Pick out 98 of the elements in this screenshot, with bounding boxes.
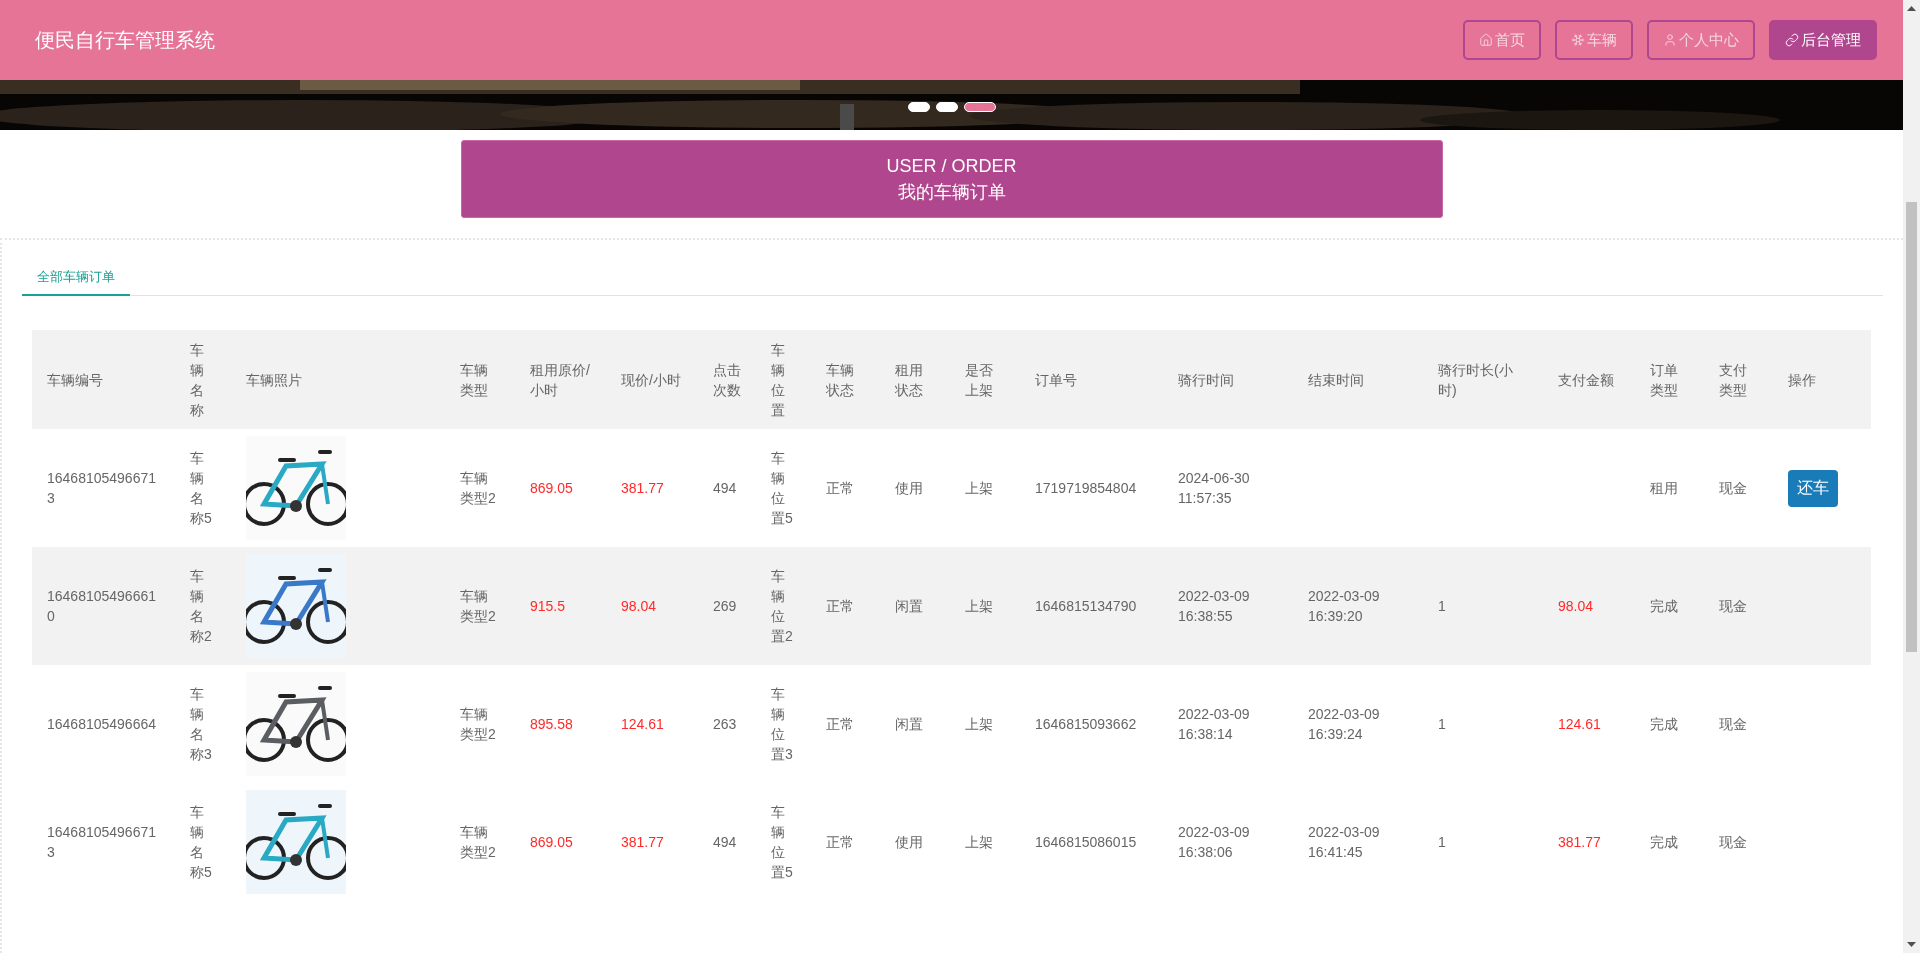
price-text: 124.61 — [621, 716, 664, 732]
price-text: 381.77 — [621, 834, 664, 850]
table-cell: 完成 — [1650, 716, 1678, 732]
site-title: 便民自行车管理系统 — [35, 27, 215, 53]
home-icon — [1479, 33, 1493, 47]
table-cell: 16468105496664 — [47, 716, 156, 732]
column-header: 订单类型 — [1635, 330, 1704, 429]
table-cell: 上架 — [965, 598, 993, 614]
column-header: 是否上架 — [950, 330, 1020, 429]
column-header: 车辆编号 — [32, 330, 175, 429]
table-cell: 494 — [713, 834, 737, 850]
table-cell: 2022-03-09 16:39:20 — [1308, 588, 1380, 624]
table-cell: 2022-03-09 16:41:45 — [1308, 824, 1380, 860]
table-cell: 上架 — [965, 716, 993, 732]
table-cell: 闲置 — [895, 598, 923, 614]
price-text: 124.61 — [1558, 716, 1601, 732]
column-header: 车辆类型 — [445, 330, 515, 429]
column-header: 支付类型 — [1704, 330, 1773, 429]
table-cell: 车辆位置5 — [771, 804, 793, 880]
column-header: 骑行时长(小时) — [1423, 330, 1543, 429]
column-header: 车辆名称 — [175, 330, 231, 429]
price-text: 895.58 — [530, 716, 573, 732]
price-text: 381.77 — [621, 480, 664, 496]
table-cell: 263 — [713, 716, 737, 732]
column-header: 点击次数 — [698, 330, 756, 429]
table-cell: 现金 — [1719, 480, 1747, 496]
section-subtitle: USER / ORDER — [886, 155, 1017, 178]
table-cell: 正常 — [826, 598, 854, 614]
return-button[interactable]: 还车 — [1788, 469, 1838, 507]
table-cell: 完成 — [1650, 598, 1678, 614]
price-text: 869.05 — [530, 834, 573, 850]
section-title: 我的车辆订单 — [897, 181, 1006, 204]
table-cell: 车辆类型2 — [460, 470, 496, 506]
table-cell: 现金 — [1719, 716, 1747, 732]
table-cell: 2024-06-30 11:57:35 — [1178, 470, 1250, 506]
table-cell: 闲置 — [895, 716, 923, 732]
table-cell: 完成 — [1650, 834, 1678, 850]
table-cell: 上架 — [965, 480, 993, 496]
table-cell: 正常 — [826, 716, 854, 732]
table-cell: 164681054966610 — [47, 588, 156, 624]
user-icon — [1663, 33, 1677, 47]
price-text: 381.77 — [1558, 834, 1601, 850]
nav-button[interactable]: 车辆 — [1555, 20, 1633, 60]
table-cell: 1646815134790 — [1035, 598, 1137, 614]
tab[interactable]: 全部车辆订单 — [22, 260, 130, 296]
table-cell: 164681054966713 — [47, 824, 156, 860]
table-cell: 2022-03-09 16:38:14 — [1178, 706, 1250, 742]
column-header: 车辆照片 — [231, 330, 445, 429]
table-cell: 1719719854804 — [1035, 480, 1137, 496]
table-cell: 车辆类型2 — [460, 706, 496, 742]
table-cell: 2022-03-09 16:38:06 — [1178, 824, 1250, 860]
table-cell: 164681054966713 — [47, 470, 156, 506]
price-text: 98.04 — [1558, 598, 1594, 614]
column-header: 操作 — [1773, 330, 1871, 429]
price-text: 869.05 — [530, 480, 573, 496]
column-header: 租用原价/小时 — [515, 330, 606, 429]
table-cell: 正常 — [826, 834, 854, 850]
table-cell: 1646815086015 — [1035, 834, 1137, 850]
table-cell: 494 — [713, 480, 737, 496]
column-header: 结束时间 — [1293, 330, 1423, 429]
table-cell: 1646815093662 — [1035, 716, 1137, 732]
table-cell: 1 — [1438, 716, 1446, 732]
table-cell: 使用 — [895, 480, 923, 496]
table-cell: 上架 — [965, 834, 993, 850]
nav-button[interactable]: 后台管理 — [1769, 20, 1877, 60]
table-cell: 车辆位置2 — [771, 568, 793, 644]
table-cell: 车辆名称3 — [190, 686, 212, 762]
column-header: 支付金额 — [1543, 330, 1635, 429]
table-cell: 车辆名称5 — [190, 804, 212, 880]
table-cell: 2022-03-09 16:39:24 — [1308, 706, 1380, 742]
table-cell: 车辆类型2 — [460, 588, 496, 624]
column-header: 车辆位置 — [756, 330, 811, 429]
scrollbar[interactable] — [1903, 0, 1920, 953]
table-cell: 使用 — [895, 834, 923, 850]
column-header: 车辆状态 — [811, 330, 880, 429]
table-cell: 车辆名称2 — [190, 568, 212, 644]
table-cell: 269 — [713, 598, 737, 614]
table-cell: 租用 — [1650, 480, 1678, 496]
link-icon — [1785, 33, 1799, 47]
column-header: 订单号 — [1020, 330, 1163, 429]
table-cell: 车辆名称5 — [190, 450, 212, 526]
nav-button[interactable]: 首页 — [1463, 20, 1541, 60]
table-cell: 车辆位置5 — [771, 450, 793, 526]
table-cell: 车辆类型2 — [460, 824, 496, 860]
price-text: 98.04 — [621, 598, 657, 614]
column-header: 租用状态 — [880, 330, 950, 429]
snowflake-icon — [1571, 33, 1585, 47]
column-header: 骑行时间 — [1163, 330, 1293, 429]
table-cell: 现金 — [1719, 598, 1747, 614]
table-cell: 车辆位置3 — [771, 686, 793, 762]
column-header: 现价/小时 — [606, 330, 698, 429]
nav-button[interactable]: 个人中心 — [1647, 20, 1755, 60]
table-cell: 1 — [1438, 598, 1446, 614]
table-cell: 现金 — [1719, 834, 1747, 850]
table-cell: 正常 — [826, 480, 854, 496]
price-text: 915.5 — [530, 598, 566, 614]
table-cell: 2022-03-09 16:38:55 — [1178, 588, 1250, 624]
table-cell: 1 — [1438, 834, 1446, 850]
